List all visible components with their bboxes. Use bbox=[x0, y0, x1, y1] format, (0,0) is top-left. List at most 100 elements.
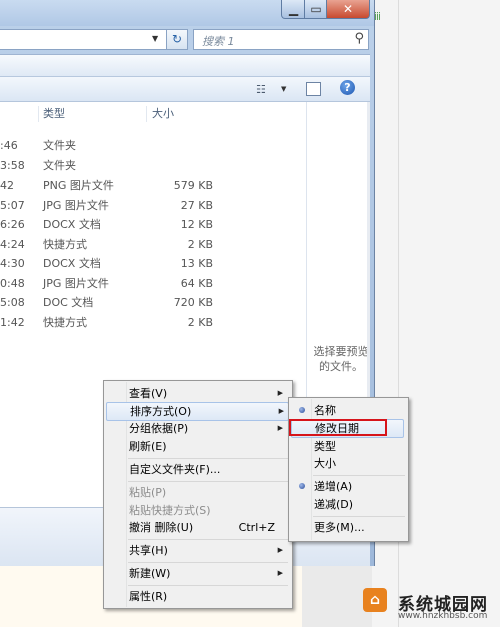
menu-separator bbox=[128, 562, 288, 563]
menu-item-group[interactable]: 分组依据(P) ▶ bbox=[106, 419, 287, 438]
table-row[interactable]: 42 PNG 图片文件 579 KB bbox=[0, 176, 306, 195]
menu-item-label: 自定义文件夹(F)... bbox=[129, 463, 221, 476]
cell-type: JPG 图片文件 bbox=[43, 199, 109, 212]
table-row[interactable]: 4:30 DOCX 文档 13 KB bbox=[0, 254, 306, 273]
watermark-logo-icon: ⌂ bbox=[363, 588, 387, 612]
menu-item-label: 撤消 删除(U) bbox=[129, 521, 194, 534]
views-dropdown-icon[interactable]: ▼ bbox=[281, 85, 286, 93]
submenu-arrow-icon: ▶ bbox=[277, 389, 283, 397]
sort-by-size[interactable]: 大小 bbox=[291, 454, 402, 473]
menu-item-label: 新建(W) bbox=[129, 567, 171, 580]
sort-ascending[interactable]: 递增(A) bbox=[291, 477, 402, 496]
cell-time: 3:58 bbox=[0, 159, 25, 172]
maximize-icon: ▭ bbox=[310, 2, 322, 16]
cell-time: 5:07 bbox=[0, 199, 25, 212]
sort-more[interactable]: 更多(M)... bbox=[291, 518, 402, 537]
cell-type: 快捷方式 bbox=[43, 316, 87, 329]
menu-item-view[interactable]: 查看(V) ▶ bbox=[106, 384, 287, 403]
side-glyph: ⅲ bbox=[374, 10, 382, 23]
cell-time: 0:48 bbox=[0, 277, 25, 290]
menu-item-label: 查看(V) bbox=[129, 387, 168, 400]
cell-time: 4:30 bbox=[0, 257, 25, 270]
menu-separator bbox=[313, 475, 405, 476]
cell-size: 579 KB bbox=[173, 179, 213, 192]
table-row[interactable]: :46 文件夹 bbox=[0, 136, 306, 155]
menu-item-label: 粘贴快捷方式(S) bbox=[129, 504, 211, 517]
cell-time: 42 bbox=[0, 179, 14, 192]
menu-item-properties[interactable]: 属性(R) bbox=[106, 587, 287, 606]
watermark-url: www.hnzkhbsb.com bbox=[398, 611, 488, 621]
address-dropdown-icon[interactable]: ▼ bbox=[152, 34, 158, 43]
minimize-icon: ▁ bbox=[288, 2, 299, 16]
preview-pane-icon[interactable] bbox=[306, 82, 321, 96]
table-row[interactable]: 5:08 DOC 文档 720 KB bbox=[0, 293, 306, 312]
menu-item-share[interactable]: 共享(H) ▶ bbox=[106, 541, 287, 560]
submenu-arrow-icon: ▶ bbox=[277, 424, 283, 432]
menu-item-refresh[interactable]: 刷新(E) bbox=[106, 437, 287, 456]
table-row[interactable]: 5:07 JPG 图片文件 27 KB bbox=[0, 196, 306, 215]
header-separator[interactable] bbox=[146, 106, 147, 122]
menu-item-new[interactable]: 新建(W) ▶ bbox=[106, 564, 287, 583]
table-row[interactable]: 6:26 DOCX 文档 12 KB bbox=[0, 215, 306, 234]
menu-item-label: 名称 bbox=[314, 404, 336, 417]
help-icon[interactable]: ? bbox=[340, 80, 355, 95]
column-header-type[interactable]: 类型 bbox=[43, 102, 65, 126]
menu-item-customize[interactable]: 自定义文件夹(F)... bbox=[106, 460, 287, 479]
cell-type: 快捷方式 bbox=[43, 238, 87, 251]
cell-time: 5:08 bbox=[0, 296, 25, 309]
cell-size: 12 KB bbox=[180, 218, 213, 231]
radio-bullet-icon bbox=[299, 407, 305, 413]
cell-type: DOCX 文档 bbox=[43, 218, 101, 231]
column-header-size[interactable]: 大小 bbox=[152, 102, 174, 126]
maximize-button[interactable]: ▭ bbox=[304, 0, 328, 19]
sort-descending[interactable]: 递减(D) bbox=[291, 495, 402, 514]
highlight-box bbox=[289, 419, 387, 436]
search-icon[interactable]: ⚲ bbox=[354, 31, 364, 46]
cell-size: 2 KB bbox=[187, 316, 213, 329]
views-icon[interactable]: ☷ bbox=[256, 83, 266, 96]
menu-item-paste[interactable]: 粘贴(P) bbox=[106, 483, 287, 502]
table-row[interactable]: 3:58 文件夹 bbox=[0, 156, 306, 175]
submenu-arrow-icon: ▶ bbox=[277, 546, 283, 554]
menu-separator bbox=[128, 481, 288, 482]
address-bar[interactable] bbox=[0, 29, 167, 50]
cell-time: :46 bbox=[0, 139, 18, 152]
header-separator[interactable] bbox=[38, 106, 39, 122]
close-button[interactable]: ✕ bbox=[326, 0, 370, 19]
menu-item-label: 属性(R) bbox=[129, 590, 168, 603]
cell-type: DOC 文档 bbox=[43, 296, 94, 309]
cell-size: 720 KB bbox=[173, 296, 213, 309]
submenu-arrow-icon: ▶ bbox=[277, 569, 283, 577]
cell-type: JPG 图片文件 bbox=[43, 277, 109, 290]
cell-size: 64 KB bbox=[180, 277, 213, 290]
radio-bullet-icon bbox=[299, 483, 305, 489]
context-menu: 查看(V) ▶ 排序方式(O) ▶ 分组依据(P) ▶ 刷新(E) 自定义文件夹(F)… bbox=[103, 380, 293, 609]
cell-time: 6:26 bbox=[0, 218, 25, 231]
menu-item-label: 类型 bbox=[314, 440, 336, 453]
desktop-background-strip bbox=[302, 560, 372, 627]
cell-type: PNG 图片文件 bbox=[43, 179, 114, 192]
table-row[interactable]: 1:42 快捷方式 2 KB bbox=[0, 313, 306, 332]
minimize-button[interactable]: ▁ bbox=[281, 0, 306, 19]
table-row[interactable]: 0:48 JPG 图片文件 64 KB bbox=[0, 274, 306, 293]
menu-item-undo[interactable]: 撤消 删除(U) Ctrl+Z bbox=[106, 518, 287, 537]
sort-by-name[interactable]: 名称 bbox=[291, 401, 402, 420]
menu-separator bbox=[128, 539, 288, 540]
cell-time: 1:42 bbox=[0, 316, 25, 329]
submenu-arrow-icon: ▶ bbox=[278, 407, 284, 415]
cell-type: 文件夹 bbox=[43, 159, 76, 172]
command-bar: ☷ ▼ ? bbox=[0, 77, 370, 102]
menu-separator bbox=[313, 516, 405, 517]
table-row[interactable]: 4:24 快捷方式 2 KB bbox=[0, 235, 306, 254]
menu-separator bbox=[128, 458, 288, 459]
search-placeholder: 搜索 1 bbox=[202, 35, 235, 48]
preview-message: 选择要预览的文件。 bbox=[313, 345, 369, 373]
cell-size: 2 KB bbox=[187, 238, 213, 251]
menu-item-label: 递增(A) bbox=[314, 480, 353, 493]
cell-type: 文件夹 bbox=[43, 139, 76, 152]
refresh-button[interactable]: ↻ bbox=[166, 29, 188, 50]
menu-separator bbox=[128, 585, 288, 586]
menu-item-label: 粘贴(P) bbox=[129, 486, 167, 499]
search-box[interactable]: 搜索 1 ⚲ bbox=[193, 29, 369, 50]
menu-toolbar bbox=[0, 55, 370, 77]
